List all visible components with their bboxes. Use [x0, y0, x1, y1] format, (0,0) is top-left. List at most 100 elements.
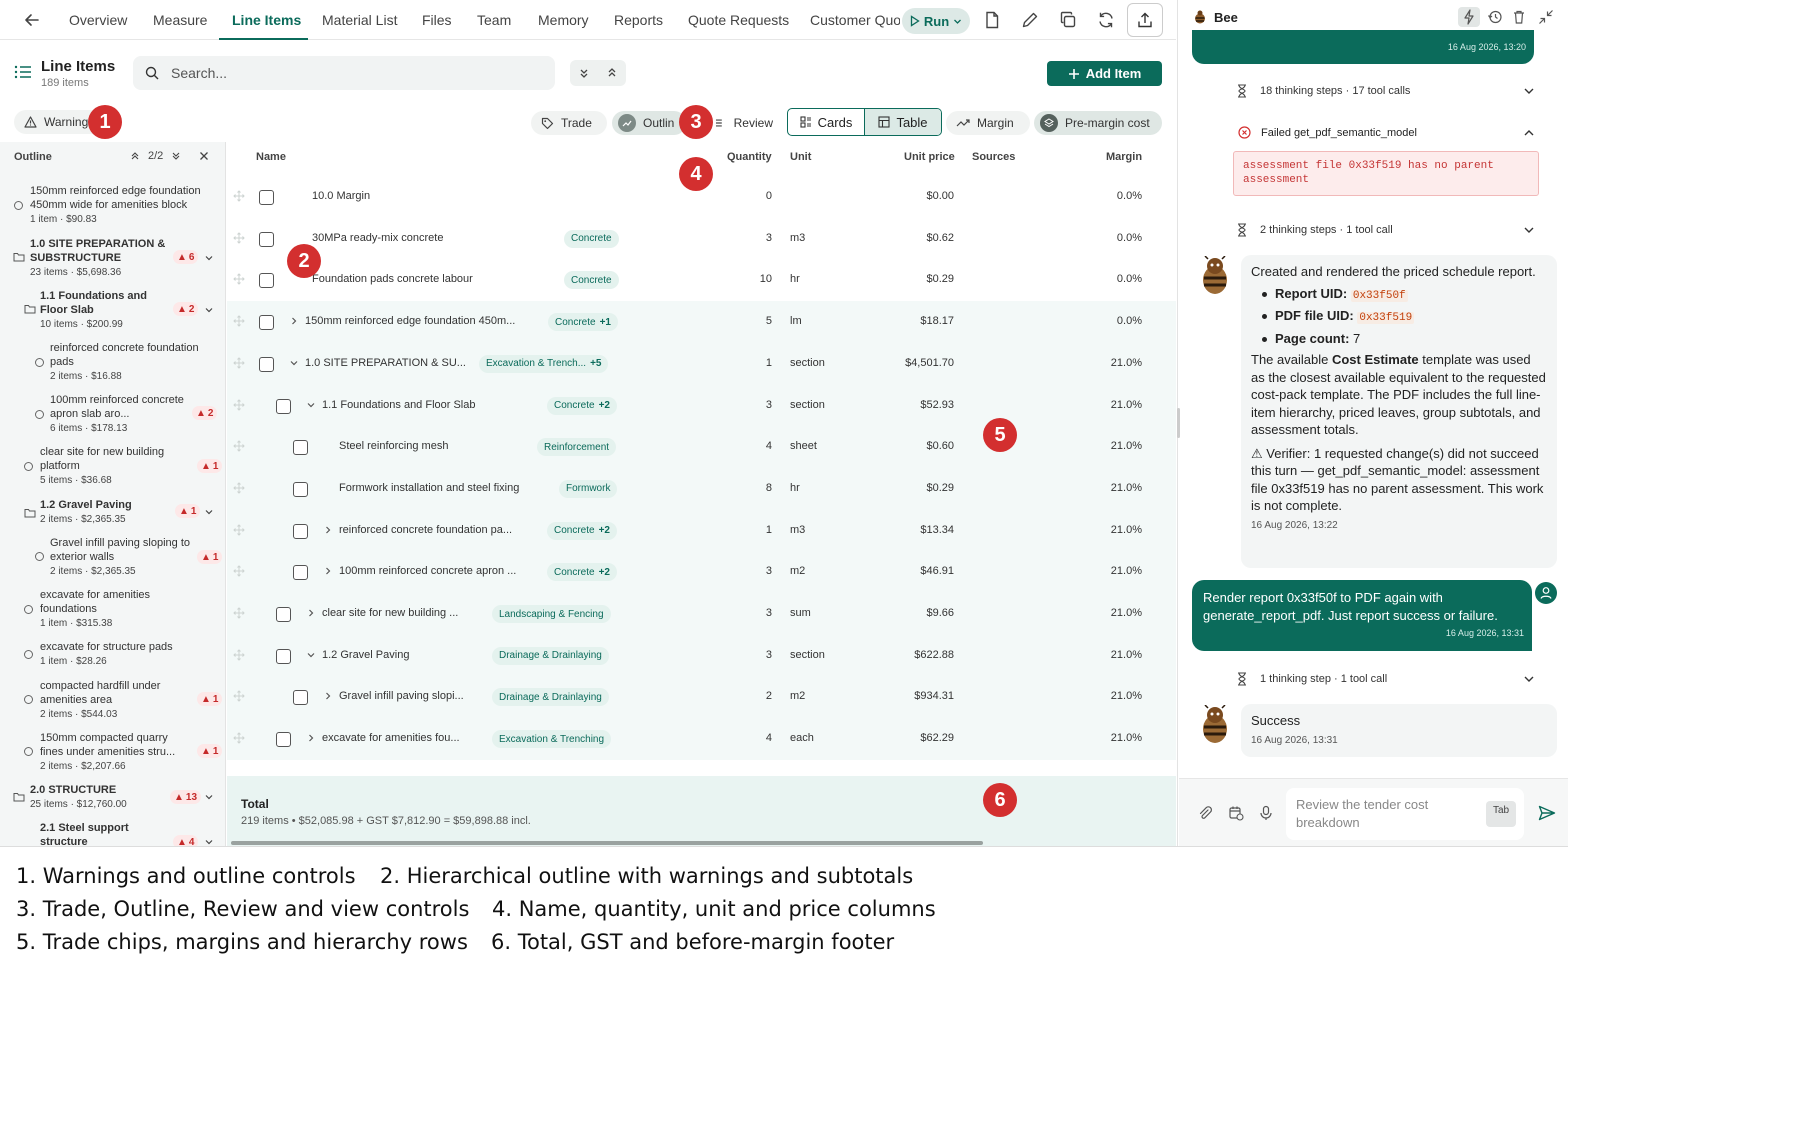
table-row[interactable]: 100mm reinforced concrete apron ... Concr… — [227, 551, 1176, 594]
search-input[interactable] — [171, 63, 541, 83]
paperclip-icon[interactable] — [1197, 805, 1213, 821]
row-unit-price[interactable]: $46.91 — [864, 565, 954, 577]
row-name[interactable]: excavate for amenities fou... — [322, 732, 460, 744]
chevron-down-icon[interactable] — [204, 305, 214, 315]
outline-item[interactable]: Gravel infill paving sloping to exterior… — [50, 536, 195, 579]
table-row[interactable]: excavate for amenities fou... Excavation … — [227, 718, 1176, 761]
outline-group[interactable]: 2.0 STRUCTURE 25 items · $12,760.00 — [30, 783, 160, 812]
table-row[interactable]: 1.0 SITE PREPARATION & SU... Excavation &… — [227, 342, 1176, 385]
row-unit-price[interactable]: $62.29 — [864, 732, 954, 744]
outline-group[interactable]: 1.1 Foundations and Floor Slab 10 items … — [40, 289, 168, 332]
column-margin[interactable]: Margin — [1106, 151, 1142, 163]
chevron-down-icon[interactable] — [289, 358, 299, 368]
row-quantity[interactable]: 3 — [732, 565, 772, 577]
collapse-all-icon[interactable] — [606, 67, 618, 79]
row-margin[interactable]: 21.0% — [1082, 399, 1142, 411]
row-name[interactable]: Formwork installation and steel fixing — [339, 482, 519, 494]
row-unit-price[interactable]: $0.29 — [864, 273, 954, 285]
drag-handle-icon[interactable] — [233, 398, 245, 411]
row-margin[interactable]: 21.0% — [1082, 440, 1142, 452]
drag-handle-icon[interactable] — [233, 690, 245, 703]
table-row[interactable]: Foundation pads concrete labour Concrete 1… — [227, 259, 1176, 301]
table-row[interactable]: clear site for new building ... Landscapi… — [227, 593, 1176, 635]
chevron-down-icon[interactable] — [204, 253, 214, 263]
table-row[interactable]: 150mm reinforced edge foundation 450m...… — [227, 301, 1176, 344]
row-name[interactable]: 150mm reinforced edge foundation 450m... — [305, 315, 515, 327]
row-unit[interactable]: hr — [790, 482, 800, 494]
review-filter[interactable]: Review — [705, 111, 783, 135]
row-unit[interactable]: hr — [790, 273, 800, 285]
row-unit[interactable]: m3 — [790, 232, 805, 244]
row-margin[interactable]: 21.0% — [1082, 565, 1142, 577]
drag-handle-icon[interactable] — [233, 523, 245, 536]
table-view-button[interactable]: Table — [864, 109, 941, 135]
row-unit-price[interactable]: $622.88 — [864, 649, 954, 661]
row-checkbox[interactable] — [276, 398, 291, 414]
table-row[interactable]: 1.1 Foundations and Floor Slab Concrete +2… — [227, 384, 1176, 427]
trade-chip[interactable]: Reinforcement — [537, 438, 617, 457]
row-quantity[interactable]: 3 — [732, 399, 772, 411]
thinking-steps-summary[interactable]: 1 thinking step · 1 tool call — [1236, 672, 1387, 686]
row-margin[interactable]: 21.0% — [1082, 732, 1142, 744]
document-icon[interactable] — [982, 10, 1002, 30]
refresh-icon[interactable] — [1096, 10, 1116, 30]
row-checkbox[interactable] — [293, 565, 308, 581]
row-unit-price[interactable]: $52.93 — [864, 399, 954, 411]
table-row[interactable]: 1.2 Gravel Paving Drainage & Drainlaying 3… — [227, 634, 1176, 677]
expand-all-icon[interactable] — [578, 67, 590, 79]
horizontal-scrollbar[interactable] — [231, 841, 983, 845]
row-checkbox[interactable] — [293, 440, 308, 456]
copy-icon[interactable] — [1058, 10, 1078, 30]
tab-measure[interactable]: Measure — [153, 12, 207, 28]
outline-item[interactable]: clear site for new building platform 5 i… — [40, 445, 190, 488]
minimize-icon[interactable] — [1538, 9, 1554, 25]
row-checkbox[interactable] — [259, 356, 274, 372]
row-checkbox[interactable] — [293, 481, 308, 497]
tab-quote-requests[interactable]: Quote Requests — [688, 12, 789, 28]
table-row[interactable]: Gravel infill paving slopi... Drainage & … — [227, 676, 1176, 719]
row-quantity[interactable]: 2 — [732, 690, 772, 702]
chevron-down-icon[interactable] — [1523, 674, 1535, 684]
outline-item[interactable]: compacted hardfill under amenities area … — [40, 679, 190, 722]
table-row[interactable]: Formwork installation and steel fixing Fo… — [227, 467, 1176, 510]
chevron-down-icon[interactable] — [204, 507, 214, 517]
row-unit-price[interactable]: $0.60 — [864, 440, 954, 452]
row-checkbox[interactable] — [293, 523, 308, 539]
row-checkbox[interactable] — [276, 732, 291, 748]
pre-margin-cost-toggle[interactable]: Pre-margin cost — [1034, 111, 1162, 135]
chevron-right-icon[interactable] — [306, 608, 316, 618]
list-icon[interactable] — [14, 64, 32, 80]
row-margin[interactable]: 0.0% — [1082, 273, 1142, 285]
row-unit[interactable]: m2 — [790, 690, 805, 702]
tab-material-list[interactable]: Material List — [322, 12, 397, 28]
trade-chip[interactable]: Excavation & Trenching — [492, 730, 612, 749]
row-unit[interactable]: each — [790, 732, 814, 744]
table-row[interactable]: reinforced concrete foundation pa... Conc… — [227, 509, 1176, 552]
row-margin[interactable]: 21.0% — [1082, 482, 1142, 494]
outline-item[interactable]: 150mm reinforced edge foundation 450mm w… — [30, 184, 220, 227]
column-unit[interactable]: Unit — [790, 151, 811, 163]
add-item-button[interactable]: Add Item — [1047, 61, 1162, 86]
row-quantity[interactable]: 1 — [732, 357, 772, 369]
microphone-icon[interactable] — [1259, 805, 1273, 821]
pencil-icon[interactable] — [1020, 10, 1040, 30]
chevron-down-icon[interactable] — [1523, 225, 1535, 235]
row-margin[interactable]: 0.0% — [1082, 315, 1142, 327]
row-quantity[interactable]: 1 — [732, 524, 772, 536]
row-unit-price[interactable]: $0.00 — [864, 190, 954, 202]
drag-handle-icon[interactable] — [233, 440, 245, 452]
tab-line-items[interactable]: Line Items — [232, 12, 301, 28]
row-margin[interactable]: 0.0% — [1082, 232, 1142, 244]
calendar-clock-icon[interactable] — [1228, 805, 1244, 821]
row-margin[interactable]: 21.0% — [1082, 607, 1142, 619]
panel-resize-handle[interactable] — [1177, 408, 1180, 438]
trade-filter[interactable]: Trade — [531, 111, 607, 135]
trade-chip[interactable]: Drainage & Drainlaying — [492, 688, 609, 707]
outline-item[interactable]: 150mm compacted quarry fines under ameni… — [40, 731, 190, 774]
row-unit-price[interactable]: $934.31 — [864, 690, 954, 702]
trade-chip[interactable]: Concrete — [564, 271, 619, 290]
row-checkbox[interactable] — [276, 648, 291, 664]
outline-group[interactable]: 1.0 SITE PREPARATION & SUBSTRUCTURE 23 i… — [30, 237, 170, 280]
row-name[interactable]: 30MPa ready-mix concrete — [312, 232, 443, 244]
row-name[interactable]: reinforced concrete foundation pa... — [339, 524, 512, 536]
